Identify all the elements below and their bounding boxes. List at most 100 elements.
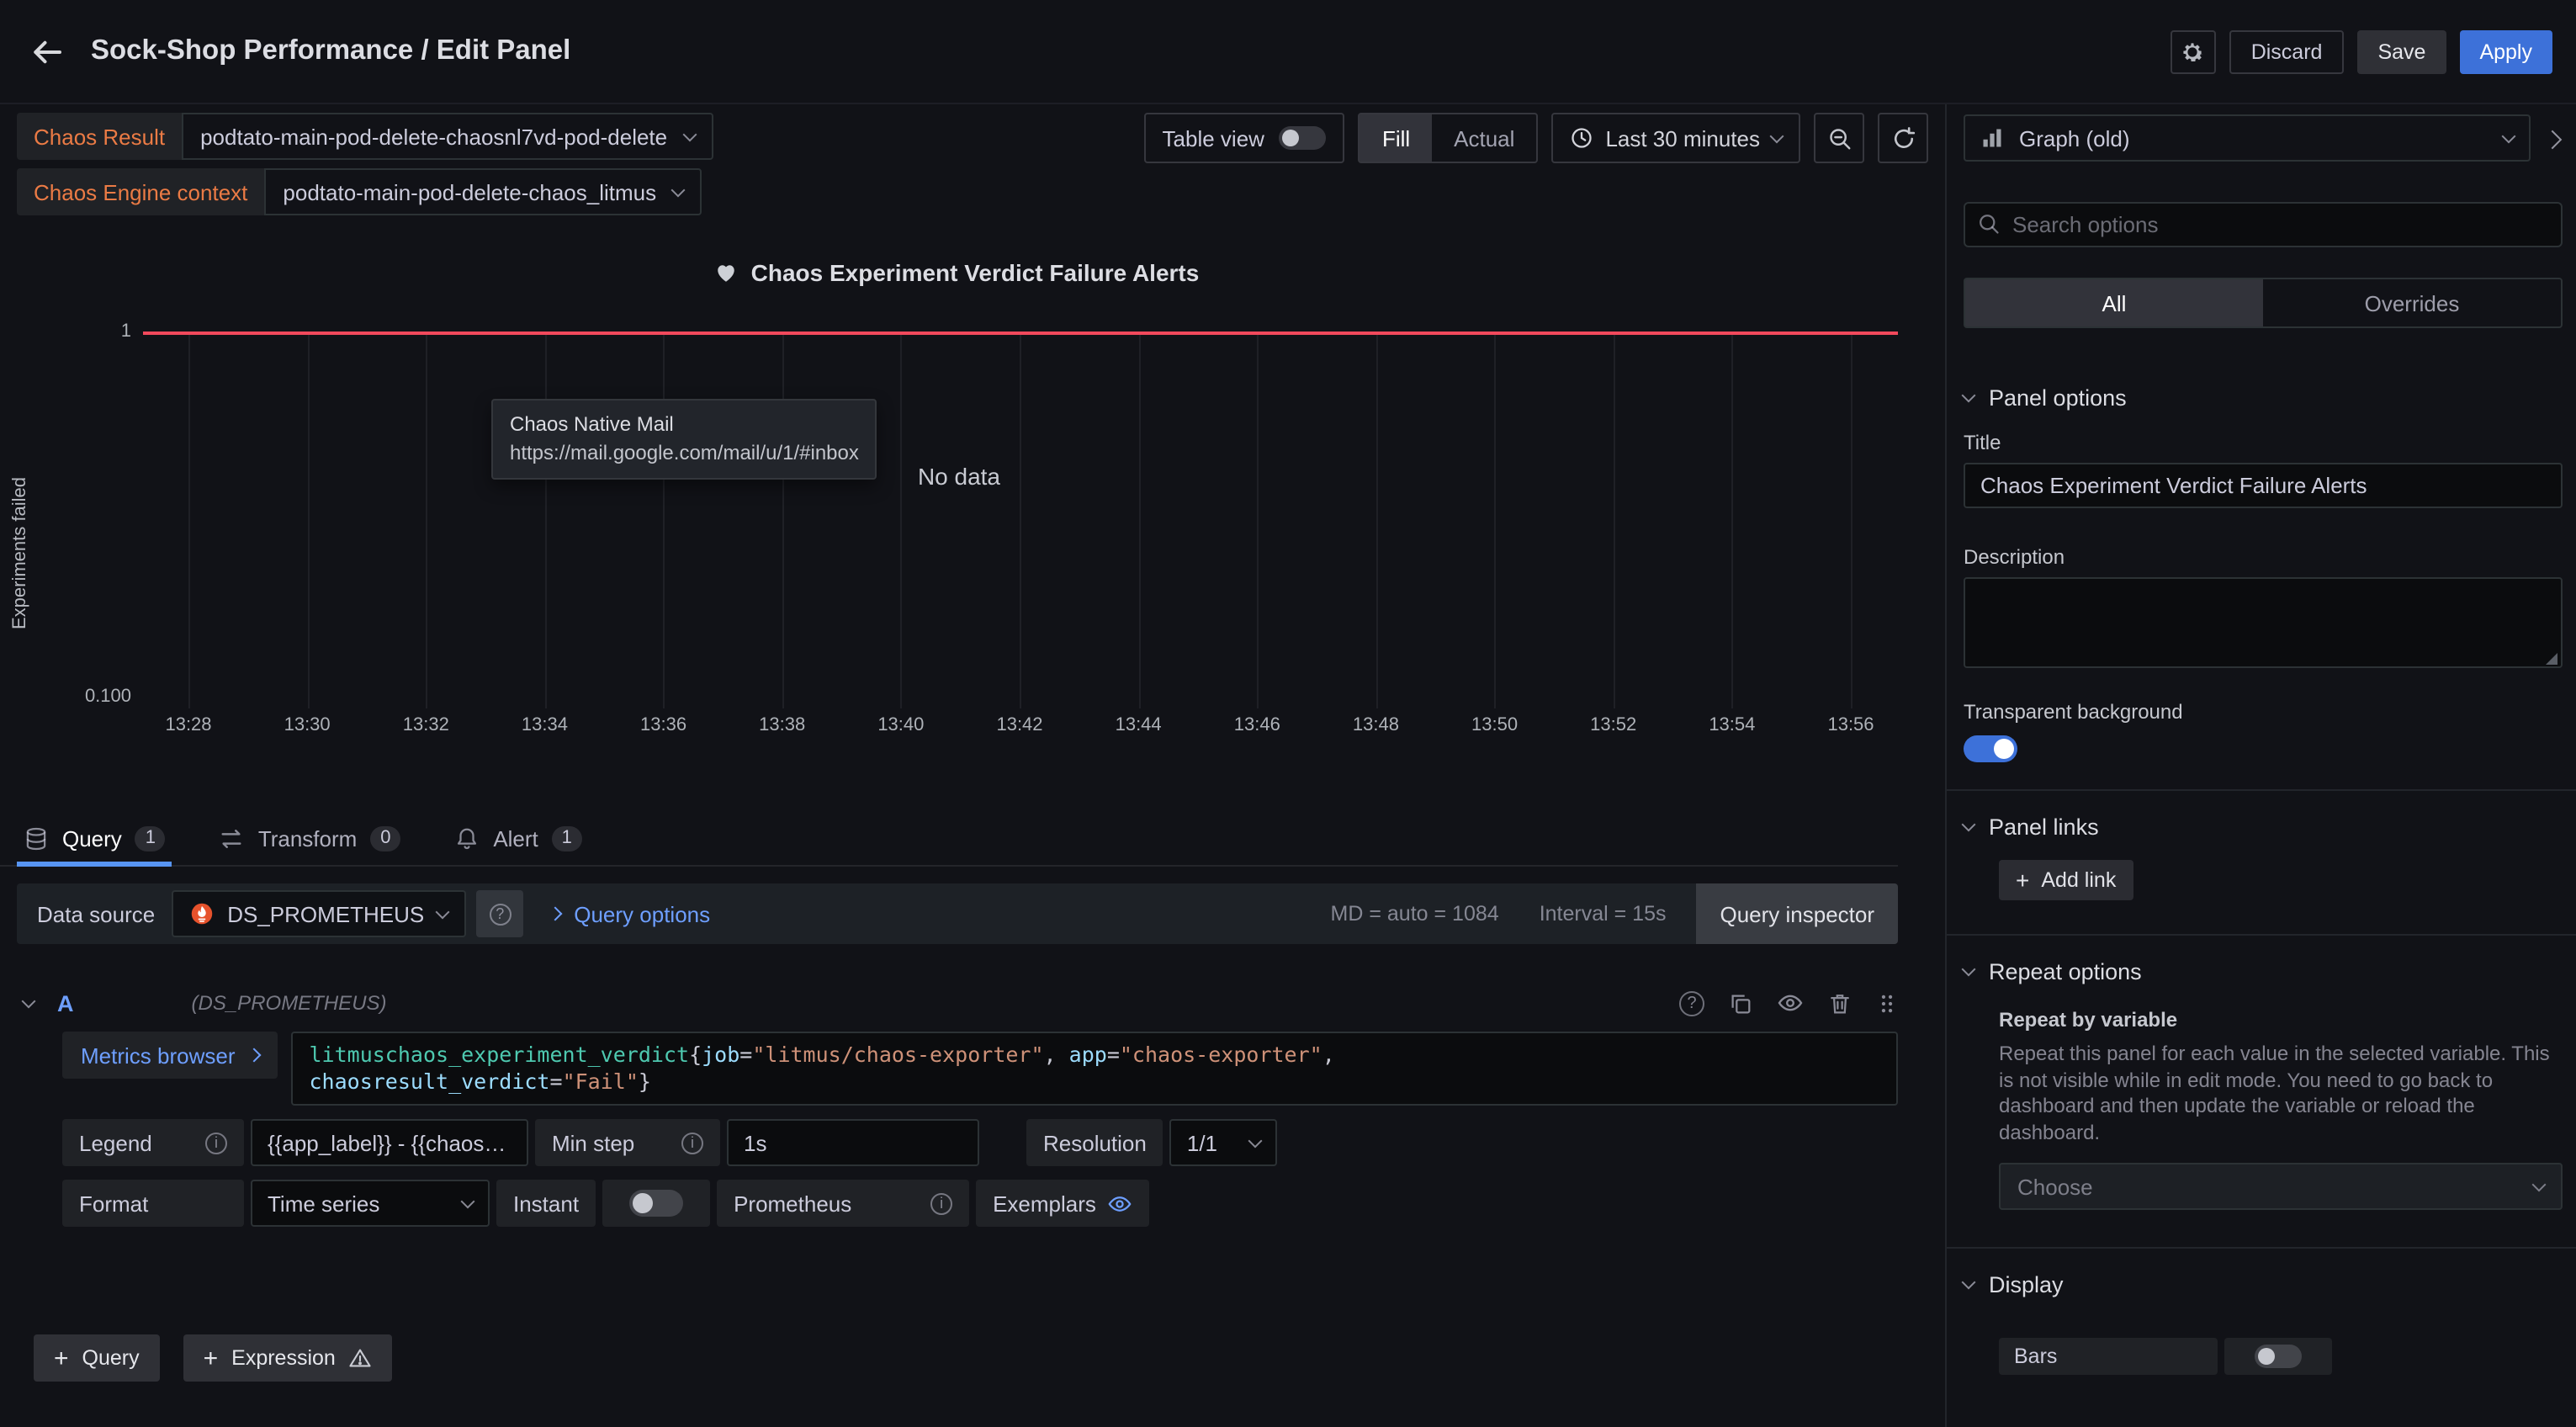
display-section-header[interactable]: Display bbox=[1964, 1272, 2563, 1297]
instant-toggle[interactable] bbox=[629, 1190, 683, 1217]
x-tick: 13:30 bbox=[257, 715, 358, 735]
exemplars-eye-icon[interactable] bbox=[1108, 1191, 1133, 1216]
chevron-down-icon bbox=[436, 904, 450, 919]
tab-transform[interactable]: Transform 0 bbox=[213, 811, 408, 865]
y-axis-label: Experiments failed bbox=[10, 477, 30, 629]
delete-query-trash-icon[interactable] bbox=[1827, 990, 1852, 1016]
panel-link-url[interactable]: https://mail.google.com/mail/u/1/#inbox bbox=[510, 439, 859, 468]
search-icon bbox=[1977, 212, 2001, 236]
duplicate-query-icon[interactable] bbox=[1728, 990, 1753, 1016]
panel-title-input[interactable] bbox=[1964, 463, 2563, 508]
tab-query[interactable]: Query 1 bbox=[17, 811, 172, 865]
page-title: Sock-Shop Performance / Edit Panel bbox=[91, 35, 570, 67]
panel-links-section-header[interactable]: Panel links bbox=[1964, 814, 2563, 840]
query-row-header: A (DS_PROMETHEUS) ? bbox=[24, 984, 1898, 1021]
repeat-options-section-header[interactable]: Repeat options bbox=[1964, 959, 2563, 984]
min-step-input[interactable] bbox=[727, 1119, 979, 1166]
visualization-picker[interactable]: Graph (old) bbox=[1964, 114, 2531, 162]
x-axis-ticks: 13:2813:3013:3213:3413:3613:3813:4013:42… bbox=[0, 715, 1898, 739]
variable-chaos-result: Chaos Result podtato-main-pod-delete-cha… bbox=[17, 113, 713, 160]
table-view-toggle[interactable] bbox=[1280, 126, 1327, 150]
tab-transform-label: Transform bbox=[258, 825, 358, 851]
chevron-down-icon bbox=[1962, 963, 1976, 977]
interval-info: Interval = 15s bbox=[1540, 902, 1667, 926]
promql-expression-editor[interactable]: litmuschaos_experiment_verdict{job="litm… bbox=[291, 1032, 1899, 1106]
legend-input[interactable] bbox=[251, 1119, 528, 1166]
panel-edit-main: Chaos Result podtato-main-pod-delete-cha… bbox=[0, 104, 1943, 1427]
query-inspector-button[interactable]: Query inspector bbox=[1696, 883, 1898, 944]
chevron-down-icon bbox=[461, 1194, 475, 1208]
variable-value-dropdown[interactable]: podtato-main-pod-delete-chaos_litmus bbox=[264, 168, 702, 215]
query-options-label: Query options bbox=[574, 901, 710, 926]
panel-link-title[interactable]: Chaos Native Mail bbox=[510, 411, 859, 439]
metrics-browser-button[interactable]: Metrics browser bbox=[62, 1032, 278, 1079]
query-ref-id: A bbox=[57, 990, 74, 1016]
actual-option[interactable]: Actual bbox=[1432, 114, 1536, 162]
tab-all[interactable]: All bbox=[1965, 279, 2263, 326]
metrics-browser-label: Metrics browser bbox=[81, 1042, 236, 1068]
variable-value-text: podtato-main-pod-delete-chaos_litmus bbox=[283, 179, 656, 204]
drag-handle-icon[interactable] bbox=[1876, 990, 1898, 1016]
discard-button[interactable]: Discard bbox=[2229, 29, 2345, 73]
transform-count-badge: 0 bbox=[370, 825, 400, 851]
section-header-label: Panel options bbox=[1989, 385, 2127, 411]
chevron-down-icon bbox=[1248, 1133, 1263, 1148]
tab-overrides[interactable]: Overrides bbox=[2263, 279, 2561, 326]
variable-value-dropdown[interactable]: podtato-main-pod-delete-chaosnl7vd-pod-d… bbox=[182, 113, 713, 160]
visualization-name: Graph (old) bbox=[2019, 125, 2130, 151]
collapse-query-chevron[interactable] bbox=[22, 994, 36, 1008]
variable-label: Chaos Result bbox=[17, 113, 182, 160]
legend-field-label: Legend i bbox=[62, 1119, 244, 1166]
fill-actual-segmented: Fill Actual bbox=[1359, 113, 1539, 163]
database-icon bbox=[24, 825, 49, 851]
disable-query-eye-icon[interactable] bbox=[1777, 989, 1804, 1016]
search-options-input[interactable] bbox=[1964, 202, 2563, 247]
promql-token: "litmus/chaos-exporter" bbox=[752, 1042, 1043, 1067]
datasource-value: DS_PROMETHEUS bbox=[227, 901, 424, 926]
panel-link-tooltip[interactable]: Chaos Native Mail https://mail.google.co… bbox=[491, 399, 877, 480]
panel-options-section-header[interactable]: Panel options bbox=[1964, 385, 2563, 411]
panel-options-sidebar: Graph (old) All Overrides Panel options … bbox=[1945, 104, 2576, 1427]
panel-settings-gear-button[interactable] bbox=[2171, 29, 2216, 73]
x-tick: 13:52 bbox=[1563, 715, 1664, 735]
chevron-down-icon bbox=[1962, 1276, 1976, 1290]
min-step-field-label: Min step i bbox=[535, 1119, 720, 1166]
refresh-button[interactable] bbox=[1878, 113, 1928, 163]
x-tick: 13:44 bbox=[1088, 715, 1189, 735]
transparent-background-toggle[interactable] bbox=[1964, 735, 2017, 762]
chevron-down-icon bbox=[1770, 129, 1784, 143]
panel-header: Chaos Experiment Verdict Failure Alerts bbox=[17, 259, 1898, 286]
query-options-toggle[interactable]: Query options bbox=[550, 901, 710, 926]
fill-option[interactable]: Fill bbox=[1360, 114, 1432, 162]
description-textarea[interactable] bbox=[1964, 577, 2563, 668]
save-button[interactable]: Save bbox=[2357, 29, 2446, 73]
query-footer-actions: + Query + Expression bbox=[34, 1334, 1898, 1382]
resolution-select[interactable]: 1/1 bbox=[1170, 1119, 1278, 1166]
apply-button[interactable]: Apply bbox=[2459, 29, 2552, 73]
variable-value-text: podtato-main-pod-delete-chaosnl7vd-pod-d… bbox=[200, 124, 667, 149]
datasource-picker[interactable]: DS_PROMETHEUS bbox=[172, 890, 466, 937]
zoom-out-button[interactable] bbox=[1814, 113, 1864, 163]
format-select[interactable]: Time series bbox=[251, 1180, 490, 1227]
add-query-label: Query bbox=[82, 1346, 140, 1370]
add-link-button[interactable]: + Add link bbox=[1999, 860, 2133, 900]
repeat-variable-select[interactable]: Choose bbox=[1999, 1163, 2563, 1210]
tab-alert[interactable]: Alert 1 bbox=[448, 811, 588, 865]
add-query-button[interactable]: + Query bbox=[34, 1334, 160, 1382]
bars-toggle-container bbox=[2224, 1338, 2332, 1375]
info-icon: i bbox=[205, 1132, 227, 1154]
bars-toggle[interactable] bbox=[2255, 1345, 2302, 1368]
resize-handle[interactable] bbox=[2546, 653, 2557, 665]
add-expression-button[interactable]: + Expression bbox=[183, 1334, 393, 1382]
exemplars-field: Exemplars bbox=[976, 1180, 1150, 1227]
panel-title-text: Chaos Experiment Verdict Failure Alerts bbox=[751, 259, 1200, 286]
query-help-icon[interactable]: ? bbox=[1679, 990, 1704, 1016]
plus-icon: + bbox=[54, 1345, 69, 1371]
datasource-help-button[interactable]: ? bbox=[476, 890, 523, 937]
time-range-picker[interactable]: Last 30 minutes bbox=[1551, 113, 1800, 163]
y-tick: 0.100 bbox=[44, 687, 131, 707]
back-arrow-icon[interactable] bbox=[24, 28, 71, 75]
collapse-options-pane-button[interactable] bbox=[2542, 119, 2563, 157]
x-tick: 13:34 bbox=[494, 715, 595, 735]
prometheus-field-label: Prometheus i bbox=[717, 1180, 969, 1227]
